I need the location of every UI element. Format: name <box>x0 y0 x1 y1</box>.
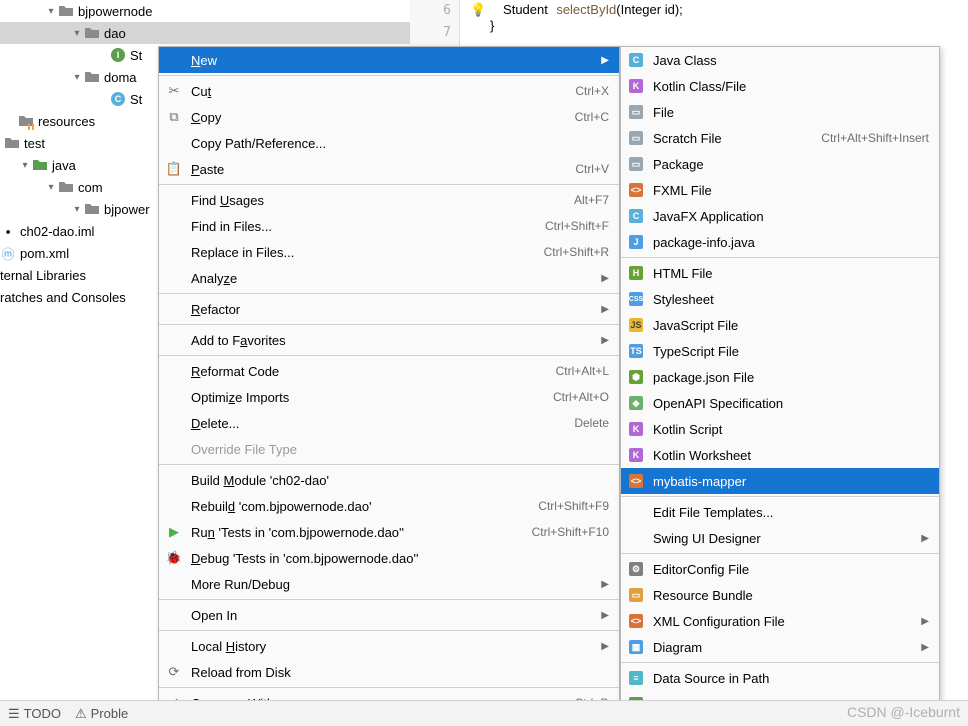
menu-optimize-imports[interactable]: Optimize ImportsCtrl+Alt+O <box>159 384 619 410</box>
tree-label: ratches and Consoles <box>0 290 126 305</box>
menu-open-in[interactable]: Open In▶ <box>159 602 619 628</box>
menu-debug[interactable]: 🐞Debug 'Tests in 'com.bjpowernode.dao'' <box>159 545 619 571</box>
menu-find-in-files[interactable]: Find in Files...Ctrl+Shift+F <box>159 213 619 239</box>
new-stylesheet[interactable]: CSSStylesheet <box>621 286 939 312</box>
menu-run[interactable]: ▶Run 'Tests in 'com.bjpowernode.dao''Ctr… <box>159 519 619 545</box>
new-package[interactable]: ▭Package <box>621 151 939 177</box>
line-number: 6 <box>410 0 459 22</box>
menu-refactor[interactable]: Refactor▶ <box>159 296 619 322</box>
tree-label: St <box>130 92 142 107</box>
reload-icon: ⟳ <box>165 664 183 680</box>
menu-more-run[interactable]: More Run/Debug▶ <box>159 571 619 597</box>
tree-label: com <box>78 180 103 195</box>
todo-tab[interactable]: ☰TODO <box>8 706 61 722</box>
new-data-source[interactable]: ≡Data Source in Path <box>621 665 939 691</box>
new-package-info[interactable]: Jpackage-info.java <box>621 229 939 255</box>
new-openapi[interactable]: ◆OpenAPI Specification <box>621 390 939 416</box>
new-file[interactable]: ▭File <box>621 99 939 125</box>
bulb-icon[interactable]: 💡 <box>470 2 486 17</box>
new-package-json[interactable]: ⬢package.json File <box>621 364 939 390</box>
new-scratch-file[interactable]: ▭Scratch FileCtrl+Alt+Shift+Insert <box>621 125 939 151</box>
menu-replace-in-files[interactable]: Replace in Files...Ctrl+Shift+R <box>159 239 619 265</box>
new-xml-config[interactable]: <>XML Configuration File▶ <box>621 608 939 634</box>
copy-icon: ⧉ <box>165 109 183 125</box>
watermark: CSDN @-Iceburnt <box>847 704 960 720</box>
tree-node-dao[interactable]: ▾dao <box>0 22 410 44</box>
new-java-class[interactable]: CJava Class <box>621 47 939 73</box>
paste-icon: 📋 <box>165 161 183 177</box>
new-mybatis-mapper[interactable]: <>mybatis-mapper <box>621 468 939 494</box>
tree-label: pom.xml <box>20 246 69 261</box>
cut-icon: ✂ <box>165 83 183 99</box>
debug-icon: 🐞 <box>165 550 183 566</box>
menu-copy[interactable]: ⧉CopyCtrl+C <box>159 104 619 130</box>
tree-label: resources <box>38 114 95 129</box>
menu-override-file-type: Override File Type <box>159 436 619 462</box>
new-resource-bundle[interactable]: ▭Resource Bundle <box>621 582 939 608</box>
code-editor[interactable]: 6 7 💡 Student selectById(Integer id); } <box>410 0 968 50</box>
tree-label: java <box>52 158 76 173</box>
line-number: 7 <box>410 22 459 44</box>
tree-label: ch02-dao.iml <box>20 224 94 239</box>
menu-reformat[interactable]: Reformat CodeCtrl+Alt+L <box>159 358 619 384</box>
new-swing-designer[interactable]: Swing UI Designer▶ <box>621 525 939 551</box>
edit-file-templates[interactable]: Edit File Templates... <box>621 499 939 525</box>
new-kotlin-script[interactable]: KKotlin Script <box>621 416 939 442</box>
tree-label: bjpowernode <box>78 4 152 19</box>
status-bar: ☰TODO ⚠Proble <box>0 700 968 726</box>
menu-cut[interactable]: ✂CutCtrl+X <box>159 78 619 104</box>
menu-new[interactable]: NNewew▶ <box>159 47 619 73</box>
new-javafx-app[interactable]: CJavaFX Application <box>621 203 939 229</box>
tree-label: St <box>130 48 142 63</box>
context-menu: NNewew▶ ✂CutCtrl+X ⧉CopyCtrl+C Copy Path… <box>158 46 620 717</box>
menu-copy-path[interactable]: Copy Path/Reference... <box>159 130 619 156</box>
todo-icon: ☰ <box>8 706 20 722</box>
new-ts[interactable]: TSTypeScript File <box>621 338 939 364</box>
problems-icon: ⚠ <box>75 706 87 722</box>
tree-label: doma <box>104 70 137 85</box>
new-js[interactable]: JSJavaScript File <box>621 312 939 338</box>
tree-label: bjpower <box>104 202 150 217</box>
tree-label: test <box>24 136 45 151</box>
editor-gutter: 6 7 <box>410 0 460 50</box>
menu-build-module[interactable]: Build Module 'ch02-dao' <box>159 467 619 493</box>
new-diagram[interactable]: ▦Diagram▶ <box>621 634 939 660</box>
menu-find-usages[interactable]: Find UsagesAlt+F7 <box>159 187 619 213</box>
menu-rebuild[interactable]: Rebuild 'com.bjpowernode.dao'Ctrl+Shift+… <box>159 493 619 519</box>
menu-reload[interactable]: ⟳Reload from Disk <box>159 659 619 685</box>
new-kotlin-class[interactable]: KKotlin Class/File <box>621 73 939 99</box>
menu-delete[interactable]: Delete...Delete <box>159 410 619 436</box>
run-icon: ▶ <box>165 524 183 540</box>
tree-label: ternal Libraries <box>0 268 86 283</box>
tree-label: dao <box>104 26 126 41</box>
menu-paste[interactable]: 📋PasteCtrl+V <box>159 156 619 182</box>
new-html[interactable]: HHTML File <box>621 260 939 286</box>
new-submenu: CJava Class KKotlin Class/File ▭File ▭Sc… <box>620 46 940 718</box>
new-kotlin-worksheet[interactable]: KKotlin Worksheet <box>621 442 939 468</box>
new-editorconfig[interactable]: ⚙EditorConfig File <box>621 556 939 582</box>
code-line: 💡 Student selectById(Integer id); } <box>470 2 683 33</box>
new-fxml[interactable]: <>FXML File <box>621 177 939 203</box>
menu-add-favorites[interactable]: Add to Favorites▶ <box>159 327 619 353</box>
menu-analyze[interactable]: Analyze▶ <box>159 265 619 291</box>
tree-node-bjpowernode[interactable]: ▾bjpowernode <box>0 0 410 22</box>
problems-tab[interactable]: ⚠Proble <box>75 706 128 722</box>
menu-local-history[interactable]: Local History▶ <box>159 633 619 659</box>
